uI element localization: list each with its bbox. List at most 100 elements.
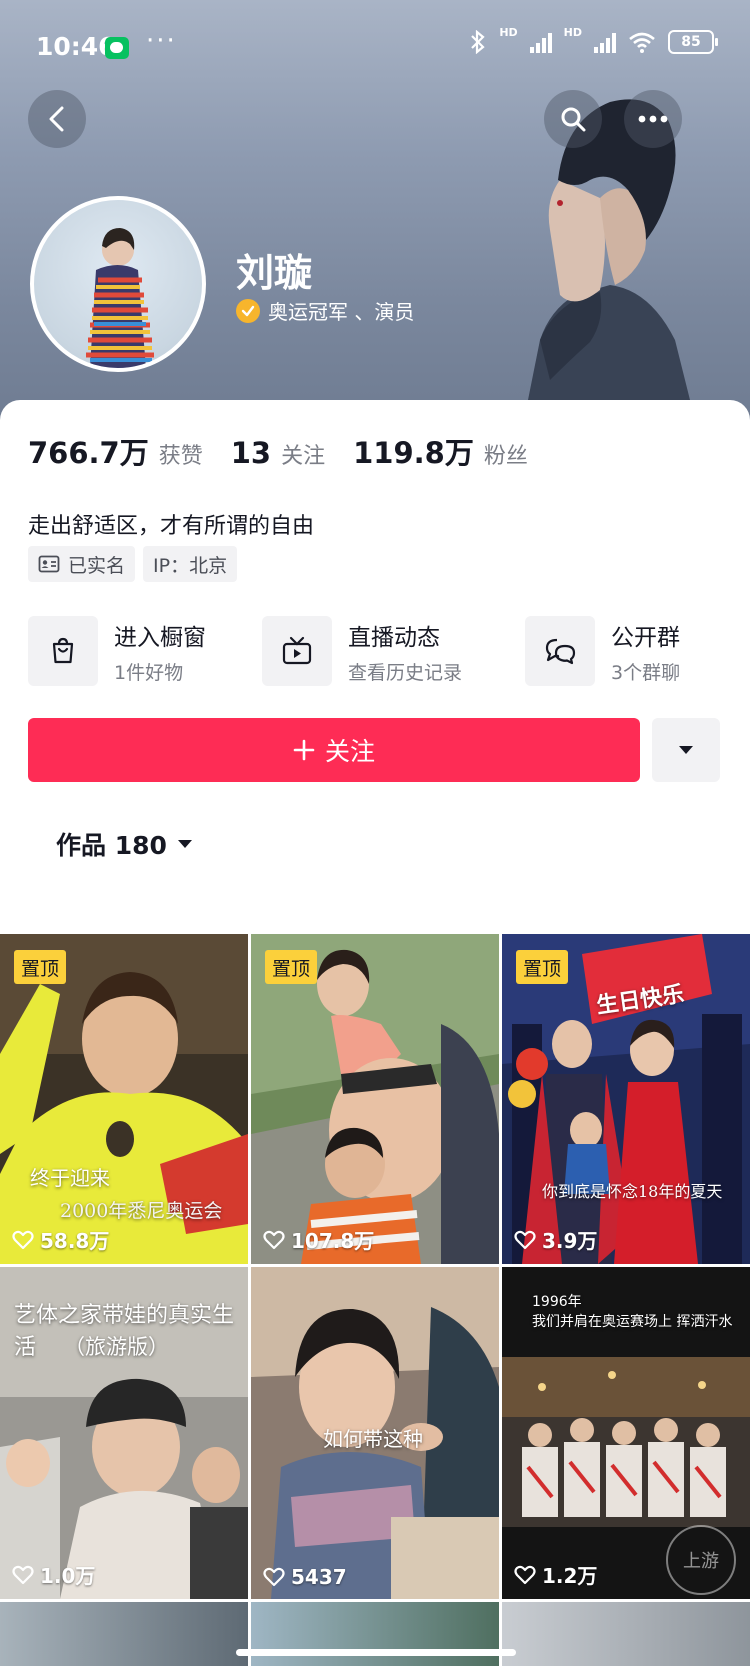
video-tile-3[interactable]: 置顶 生日快乐 你到底是怀念18年的夏天 3.9万 (502, 934, 750, 1264)
chevron-left-icon (49, 106, 64, 132)
caret-down-icon (679, 746, 693, 754)
video-likes: 58.8万 (12, 1225, 109, 1254)
profile-header: 10:46 ··· HD HD 85 刘璇 奥运冠军 、演员 (0, 0, 750, 440)
more-notifications-icon: ··· (146, 26, 177, 56)
video-likes: 107.8万 (263, 1225, 374, 1254)
pinned-badge: 置顶 (14, 950, 67, 984)
stat-following-value: 13 (230, 436, 272, 470)
video-tile-1[interactable]: 置顶 终于迎来 2000年悉尼奥运会 58.8万 (0, 934, 248, 1264)
ip-location-tag: IP：北京 (143, 546, 238, 582)
video-caption: （旅游版） (64, 1335, 169, 1359)
tab-works[interactable]: 作品 180 (56, 826, 193, 862)
stat-followers-label: 粉丝 (483, 444, 528, 469)
hd-icon: HD (499, 25, 518, 39)
caret-down-icon (177, 840, 192, 848)
home-indicator[interactable] (236, 1649, 516, 1656)
heart-icon (263, 1230, 285, 1249)
plus-icon (293, 739, 315, 761)
recommend-dropdown-button[interactable] (652, 718, 720, 782)
id-card-icon (38, 555, 60, 573)
feature-shop-window[interactable]: 进入橱窗 1件好物 (28, 616, 206, 686)
real-name-tag: 已实名 (28, 546, 136, 582)
video-caption: 如何带这种 (323, 1427, 423, 1451)
video-likes-count: 58.8万 (40, 1229, 110, 1253)
more-dots-icon (638, 115, 668, 123)
video-tile-4[interactable]: 艺体之家带娃的真实生活 （旅游版） 1.0万 (0, 1267, 248, 1599)
video-thumbnail-7 (0, 1602, 248, 1666)
chat-bubbles-icon (525, 616, 595, 686)
video-likes: 1.0万 (12, 1560, 95, 1589)
video-tile-5[interactable]: 如何带这种 5437 (251, 1267, 499, 1599)
follow-button-label: 关注 (324, 737, 375, 766)
video-likes-count: 107.8万 (291, 1229, 375, 1253)
video-likes-count: 1.2万 (542, 1564, 598, 1588)
video-thumbnail-8 (251, 1602, 499, 1666)
feature-entries: 进入橱窗 1件好物 直播动态 查看历史记录 公开群 3个群聊 (28, 616, 750, 688)
video-tile-7[interactable] (0, 1602, 248, 1666)
status-bar: 10:46 ··· HD HD 85 (0, 0, 750, 96)
stat-followers[interactable]: 119.8万 粉丝 (353, 430, 528, 472)
heart-icon (12, 1230, 34, 1249)
pinned-badge: 置顶 (265, 950, 318, 984)
hd-icon-2: HD (563, 25, 582, 39)
verified-check-icon (236, 298, 260, 323)
tab-works-label: 作品 180 (56, 831, 167, 860)
follow-button[interactable]: 关注 (28, 718, 640, 782)
signal-icon (529, 31, 552, 53)
profile-bio: 走出舒适区，才有所谓的自由 (28, 514, 315, 539)
pinned-badge: 置顶 (516, 950, 569, 984)
feature-live-title: 直播动态 (348, 624, 440, 651)
watermark-logo: 上游 (666, 1525, 736, 1595)
avatar-photo (86, 228, 154, 368)
tv-icon (262, 616, 332, 686)
feature-groups-title: 公开群 (611, 624, 680, 651)
shopping-bag-icon (28, 616, 98, 686)
profile-tags: 已实名 IP：北京 (28, 546, 238, 582)
battery-icon: 85 (668, 30, 718, 54)
feature-groups-subtitle: 3个群聊 (611, 661, 681, 684)
video-likes-count: 3.9万 (542, 1229, 598, 1253)
search-icon (561, 107, 586, 132)
wechat-notification-icon (105, 37, 129, 59)
video-likes: 1.2万 (514, 1560, 597, 1589)
feature-live-history[interactable]: 直播动态 查看历史记录 (262, 616, 462, 686)
status-time: 10:46 (36, 32, 116, 61)
real-name-text: 已实名 (68, 554, 126, 577)
video-caption: 我们并肩在奥运赛场上 挥洒汗水 (532, 1314, 733, 1330)
verification-text: 奥运冠军 、演员 (268, 300, 415, 324)
heart-icon (514, 1565, 536, 1584)
search-button[interactable] (544, 90, 602, 148)
stat-followers-value: 119.8万 (353, 436, 474, 470)
feature-shop-title: 进入橱窗 (114, 624, 206, 651)
verification-label: 奥运冠军 、演员 (236, 296, 414, 325)
wifi-icon (629, 32, 655, 53)
video-tile-8[interactable] (251, 1602, 499, 1666)
bluetooth-icon (471, 30, 485, 54)
stat-following[interactable]: 13 关注 (231, 436, 325, 470)
heart-icon (263, 1567, 285, 1587)
feature-public-groups[interactable]: 公开群 3个群聊 (525, 616, 680, 686)
video-caption: 终于迎来 (30, 1166, 110, 1190)
video-likes-count: 5437 (291, 1565, 347, 1589)
avatar[interactable] (30, 196, 206, 372)
video-likes-count: 1.0万 (40, 1564, 96, 1588)
video-caption: 1996年 (532, 1294, 582, 1310)
heart-icon (12, 1565, 34, 1584)
profile-name: 刘璇 (236, 251, 313, 295)
heart-icon (514, 1230, 536, 1249)
more-options-button[interactable] (624, 90, 682, 148)
stat-following-label: 关注 (281, 444, 326, 469)
status-indicators: HD HD 85 (469, 26, 718, 54)
ip-location-text: IP：北京 (153, 554, 228, 577)
video-grid: 置顶 终于迎来 2000年悉尼奥运会 58.8万 置顶 107.8万 置顶 生日… (0, 934, 750, 1666)
back-button[interactable] (28, 90, 86, 148)
stat-likes-label: 获赞 (158, 444, 203, 469)
signal-icon-2 (594, 31, 616, 53)
feature-shop-subtitle: 1件好物 (114, 661, 184, 684)
stat-likes[interactable]: 766.7万 获赞 (28, 430, 203, 472)
video-tile-6[interactable]: 1996年 我们并肩在奥运赛场上 挥洒汗水 1.2万 上游 (502, 1267, 750, 1599)
video-tile-9[interactable] (502, 1602, 750, 1666)
stat-likes-value: 766.7万 (28, 436, 149, 470)
video-tile-2[interactable]: 置顶 107.8万 (251, 934, 499, 1264)
video-likes: 5437 (263, 1565, 347, 1589)
